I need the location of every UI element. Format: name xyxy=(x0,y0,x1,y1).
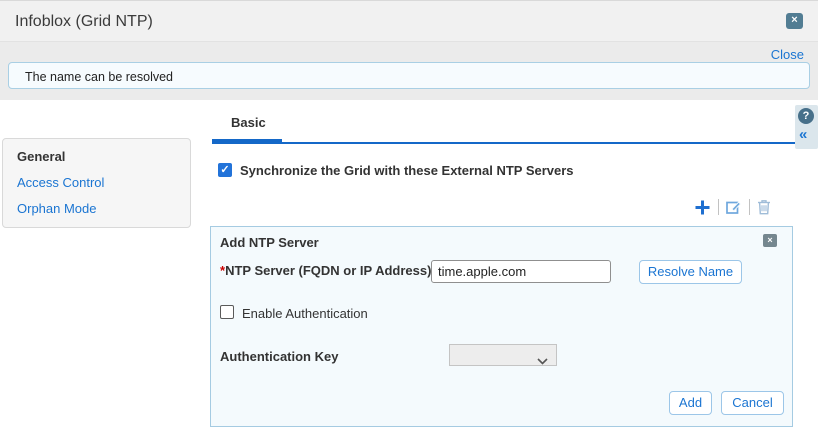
add-ntp-server-panel: Add NTP Server × *NTP Server (FQDN or IP… xyxy=(210,226,793,427)
server-list-toolbar xyxy=(694,197,771,217)
add-icon[interactable] xyxy=(694,199,711,216)
authentication-key-label: Authentication Key xyxy=(220,349,338,364)
icon-divider xyxy=(749,199,750,215)
edit-icon[interactable] xyxy=(726,199,742,215)
status-message-text: The name can be resolved xyxy=(25,70,173,84)
notice-strip: Close The name can be resolved xyxy=(0,42,818,100)
ntp-server-label: *NTP Server (FQDN or IP Address) xyxy=(220,263,431,278)
page-title: Infoblox (Grid NTP) xyxy=(15,13,153,31)
panel-title: Add NTP Server xyxy=(220,235,319,250)
content-area: Basic ? « General Access Control Orphan … xyxy=(0,100,818,430)
icon-divider xyxy=(718,199,719,215)
resolve-name-button[interactable]: Resolve Name xyxy=(639,260,742,284)
ntp-server-label-text: NTP Server (FQDN or IP Address) xyxy=(225,263,431,278)
chevron-down-icon xyxy=(537,352,548,370)
status-message-box: The name can be resolved xyxy=(8,62,810,89)
delete-icon[interactable] xyxy=(757,199,771,215)
tab-active-indicator xyxy=(212,139,282,144)
authentication-key-select[interactable] xyxy=(449,344,557,366)
sync-checkbox-label: Synchronize the Grid with these External… xyxy=(240,163,574,178)
sidebar-item-orphan-mode[interactable]: Orphan Mode xyxy=(17,202,176,215)
tab-basic[interactable]: Basic xyxy=(231,115,266,130)
close-link[interactable]: Close xyxy=(771,47,804,62)
cancel-button[interactable]: Cancel xyxy=(721,391,784,415)
tab-underline xyxy=(212,142,795,144)
help-icon[interactable]: ? xyxy=(798,108,814,124)
sidebar-item-general[interactable]: General xyxy=(17,150,176,163)
ntp-server-input[interactable] xyxy=(431,260,611,283)
title-bar: Infoblox (Grid NTP) × xyxy=(0,0,818,42)
window-close-icon[interactable]: × xyxy=(786,13,803,29)
sidebar: General Access Control Orphan Mode xyxy=(2,138,191,228)
help-panel: ? « xyxy=(795,105,818,149)
enable-authentication-checkbox[interactable] xyxy=(220,305,234,319)
sync-checkbox[interactable]: ✓ xyxy=(218,163,232,177)
add-button[interactable]: Add xyxy=(669,391,712,415)
enable-authentication-label: Enable Authentication xyxy=(242,306,368,321)
panel-close-icon[interactable]: × xyxy=(763,234,777,247)
collapse-icon[interactable]: « xyxy=(799,126,807,143)
sidebar-item-access-control[interactable]: Access Control xyxy=(17,176,176,189)
